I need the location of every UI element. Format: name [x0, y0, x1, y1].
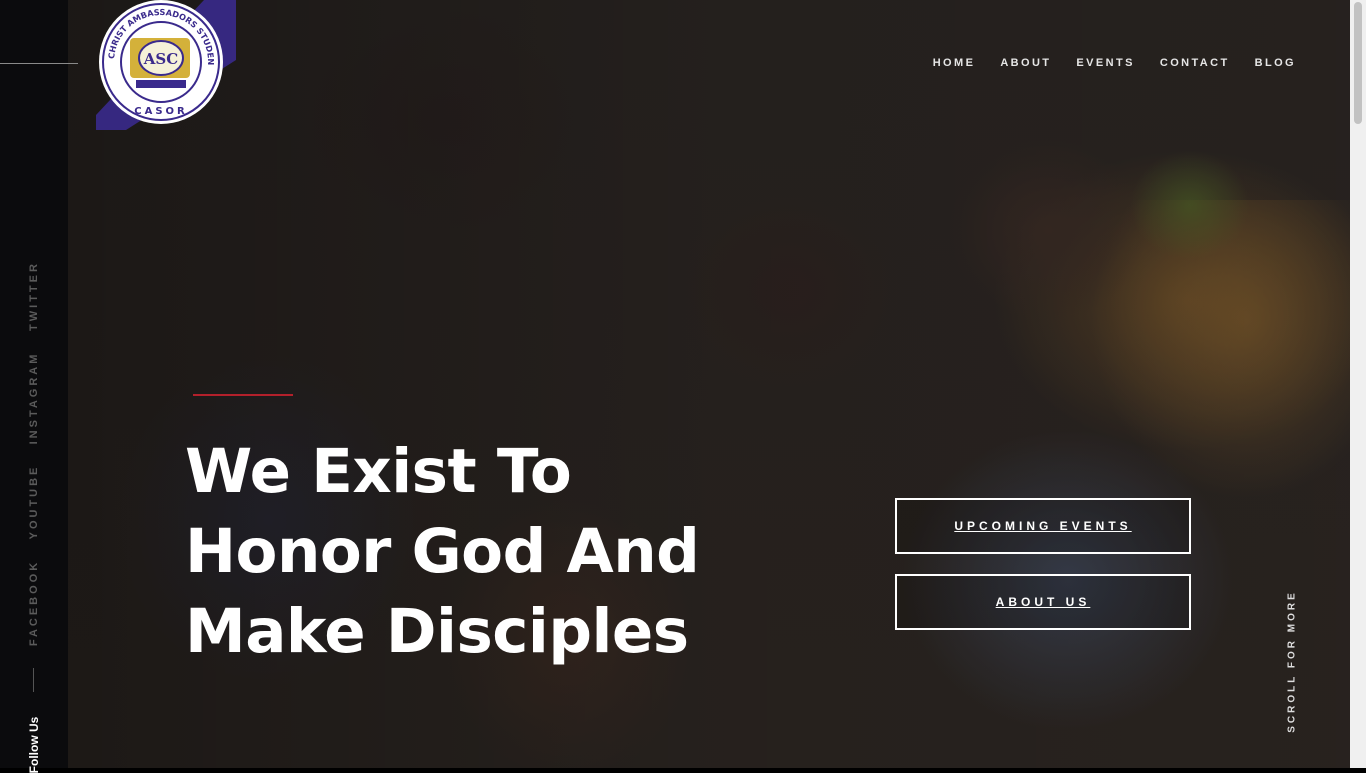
left-social-sidebar: TWITTER INSTAGRAM YOUTUBE FACEBOOK Follo…	[0, 0, 78, 773]
svg-text:ASC: ASC	[143, 50, 178, 68]
sidebar-divider-small	[33, 668, 34, 692]
headline-accent-line	[193, 394, 293, 396]
headline-line-1: We Exist To	[185, 436, 572, 507]
nav-about[interactable]: ABOUT	[1000, 57, 1051, 69]
nav-events[interactable]: EVENTS	[1076, 57, 1134, 69]
page-scrollbar-thumb[interactable]	[1354, 2, 1362, 124]
scroll-for-more-hint[interactable]: SCROLL FOR MORE	[1287, 590, 1298, 733]
logo-emblem-icon: ASC CHRIST AMBASSADORS STUDENTS' OUTREAC…	[93, 0, 236, 130]
youtube-link[interactable]: YOUTUBE	[28, 465, 40, 540]
headline-line-3: Make Disciples	[185, 596, 689, 667]
casor-logo[interactable]: ASC CHRIST AMBASSADORS STUDENTS' OUTREAC…	[93, 0, 241, 130]
nav-contact[interactable]: CONTACT	[1160, 57, 1230, 69]
headline-line-2: Honor God And	[185, 516, 700, 587]
nav-home[interactable]: HOME	[933, 57, 976, 69]
instagram-link[interactable]: INSTAGRAM	[28, 352, 40, 445]
nav-blog[interactable]: BLOG	[1255, 57, 1296, 69]
about-us-button[interactable]: ABOUT US	[895, 574, 1191, 630]
upcoming-events-button[interactable]: UPCOMING EVENTS	[895, 498, 1191, 554]
sidebar-divider	[0, 63, 78, 64]
follow-us-label: Follow Us	[27, 716, 41, 773]
twitter-link[interactable]: TWITTER	[28, 261, 40, 331]
facebook-link[interactable]: FACEBOOK	[28, 560, 40, 646]
svg-text:CASOR: CASOR	[134, 106, 187, 117]
hero-headline: We Exist To Honor God And Make Disciples	[185, 432, 805, 672]
main-navigation: HOME ABOUT EVENTS CONTACT BLOG	[908, 57, 1296, 69]
